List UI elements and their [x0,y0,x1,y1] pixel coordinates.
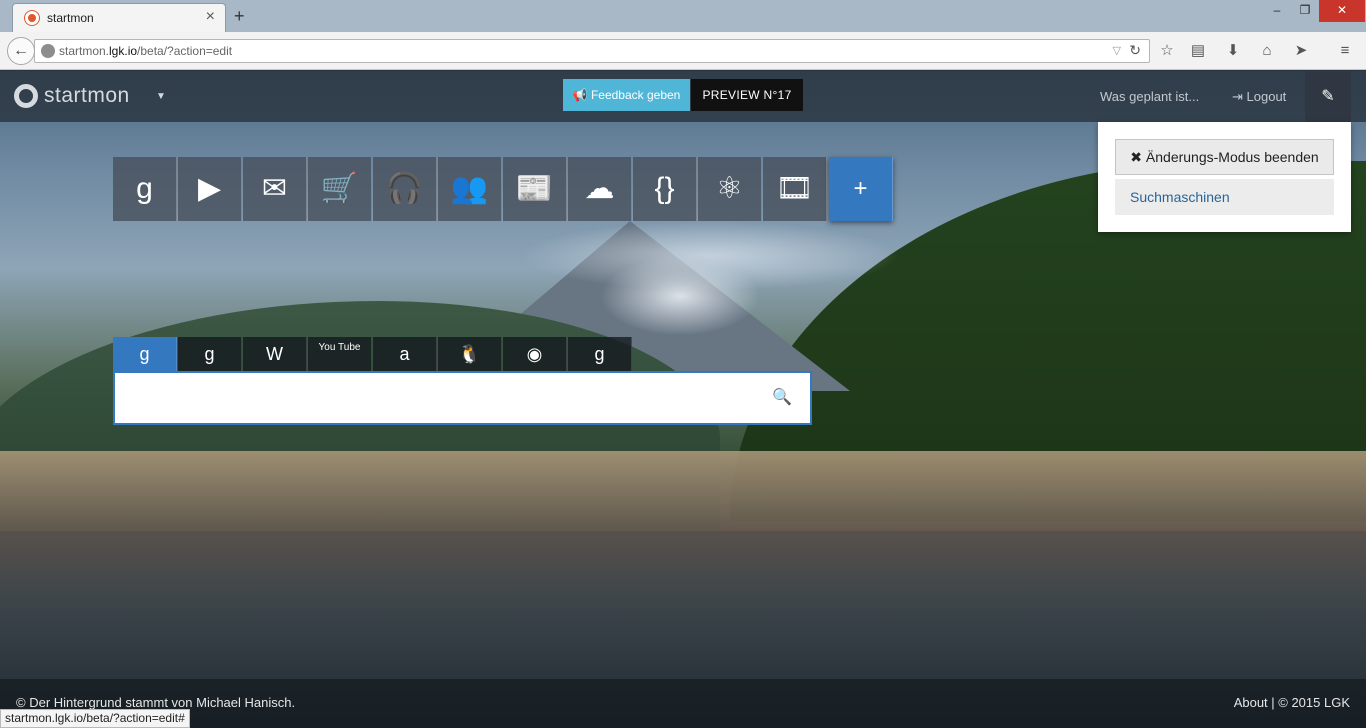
logo-text[interactable]: startmon [44,84,130,108]
globe-icon [41,44,55,58]
search-box: 🔍 [113,371,812,425]
google-search-icon[interactable]: g [568,337,632,371]
menu-icon[interactable]: ≡ [1334,41,1356,61]
add-bookmark-button[interactable]: + [829,157,893,221]
reload-icon[interactable]: ↻ [1129,42,1141,59]
tab-close-icon[interactable]: × [206,9,215,25]
url-text: startmon.lgk.io/beta/?action=edit [59,44,233,58]
new-tab-icon[interactable]: + [234,6,245,27]
browser-tabstrip: startmon × + – ❐ ✕ [0,0,1366,32]
window-close-icon[interactable]: ✕ [1319,0,1365,22]
back-button[interactable]: ← [7,37,35,65]
amazon-icon[interactable]: a [373,337,437,371]
startmon-logo-icon [14,84,38,108]
url-bar[interactable]: startmon.lgk.io/beta/?action=edit ▽ ↻ [34,39,1150,63]
film-icon[interactable]: 🎞 [763,157,827,221]
background-town [0,451,1366,531]
startmon-page: startmon ▼ 📢 Feedback geben PREVIEW N°17… [0,71,1366,728]
youtube-icon[interactable]: You Tube [308,337,372,371]
page-footer: © Der Hintergrund stammt von Michael Han… [0,679,1366,728]
browser-toolbar: startmon.lgk.io/beta/?action=edit ▽ ↻ ← … [0,32,1366,70]
edit-pencil-button[interactable]: ✎ [1305,71,1351,122]
browser-tab[interactable]: startmon × [12,3,226,32]
background-clouds [520,221,900,291]
play-icon[interactable]: ▶ [178,157,242,221]
status-bar-url: startmon.lgk.io/beta/?action=edit# [0,709,190,728]
logout-icon: ⇥ [1232,89,1243,104]
duckduckgo-icon[interactable]: ◉ [503,337,567,371]
minimize-icon[interactable]: – [1262,0,1292,22]
wikipedia-icon[interactable]: W [243,337,307,371]
preview-badge: PREVIEW N°17 [691,79,803,111]
download-icon[interactable]: ⬇ [1222,41,1244,61]
search-input[interactable] [125,383,765,413]
about-link[interactable]: About | © 2015 LGK [1234,695,1350,710]
planned-link[interactable]: Was geplant ist... [1100,89,1199,104]
search-icon[interactable]: 🔍 [772,387,792,407]
feedback-button[interactable]: 📢 Feedback geben [563,79,690,111]
copyright-icon: © [16,695,26,710]
google-icon[interactable]: g [113,157,177,221]
background-credit: © Der Hintergrund stammt von Michael Han… [16,695,296,710]
google-web-icon[interactable]: g [113,337,177,371]
maximize-icon[interactable]: ❐ [1290,0,1320,22]
google-translate-icon[interactable]: g [178,337,242,371]
close-icon: ✖ [1130,149,1143,165]
logout-link[interactable]: ⇥ Logout [1232,89,1286,105]
home-icon[interactable]: ⌂ [1256,41,1278,61]
bookmark-star-icon[interactable]: ☆ [1156,41,1178,61]
atom-icon[interactable]: ⚛ [698,157,762,221]
tab-title: startmon [47,11,94,25]
news-icon[interactable]: 📰 [503,157,567,221]
exit-edit-mode-button[interactable]: ✖ Änderungs-Modus beenden [1115,139,1334,175]
startmon-favicon-icon [25,11,39,25]
edit-mode-dropdown: ✖ Änderungs-Modus beenden Suchmaschinen [1098,122,1351,232]
cart-icon[interactable]: 🛒 [308,157,372,221]
cloud-icon[interactable]: ☁ [568,157,632,221]
reading-list-icon[interactable]: ▤ [1187,41,1209,61]
headphones-icon[interactable]: 🎧 [373,157,437,221]
mail-icon[interactable]: ✉ [243,157,307,221]
search-engines-menu-item[interactable]: Suchmaschinen [1115,179,1334,215]
linux-icon[interactable]: 🐧 [438,337,502,371]
code-braces-icon[interactable]: {} [633,157,697,221]
url-dropdown-icon[interactable]: ▽ [1113,44,1121,57]
top-navbar: startmon ▼ 📢 Feedback geben PREVIEW N°17… [0,71,1366,122]
send-icon[interactable]: ➤ [1290,41,1312,61]
users-icon[interactable]: 👥 [438,157,502,221]
caret-down-icon[interactable]: ▼ [156,91,166,102]
